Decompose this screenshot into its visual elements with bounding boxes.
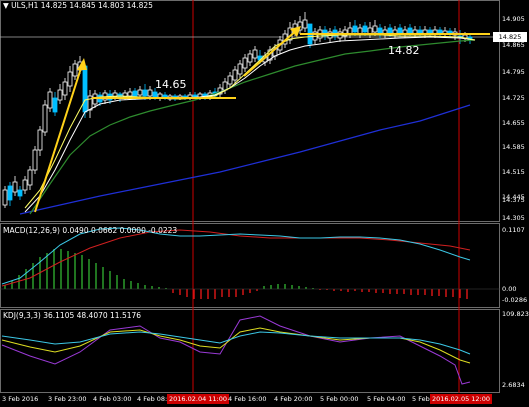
time-label: 4 Feb 16:00 bbox=[228, 395, 267, 403]
candle-body bbox=[7, 185, 13, 201]
candle-body bbox=[132, 90, 138, 97]
candle-body bbox=[407, 27, 413, 34]
chart-title: ▼ ULS,H1 14.825 14.845 14.803 14.825 bbox=[3, 1, 153, 10]
candle-body bbox=[427, 29, 433, 34]
ma-long-line bbox=[19, 104, 471, 215]
time-label: 5 Feb 04:00 bbox=[367, 395, 406, 403]
candle-body bbox=[72, 63, 78, 77]
macd-axis-max: 0.1107 bbox=[502, 226, 525, 234]
kdj-axis-min: 2.6834 bbox=[502, 381, 525, 389]
candle-body bbox=[137, 89, 143, 96]
macd-histogram bbox=[4, 249, 468, 299]
time-label: 4 Feb 03:00 bbox=[93, 395, 132, 403]
candle-body bbox=[27, 169, 33, 186]
candle-body bbox=[127, 91, 133, 97]
price-axis-label: 14.725 bbox=[502, 94, 525, 102]
candle-body bbox=[237, 63, 243, 75]
kdj-k-line bbox=[1, 327, 471, 364]
candle-body bbox=[82, 65, 88, 113]
current-price-label: 14.825 bbox=[493, 32, 527, 42]
price-axis-label: 14.905 bbox=[502, 15, 525, 23]
time-label: 5 Feb 00:00 bbox=[320, 395, 359, 403]
candle-body bbox=[147, 89, 153, 97]
candle-body bbox=[362, 25, 368, 33]
price-axis-label: 14.305 bbox=[502, 214, 525, 222]
candle-body bbox=[67, 71, 73, 87]
candle-body bbox=[142, 89, 148, 97]
candle-body bbox=[2, 189, 8, 206]
candle-body bbox=[252, 49, 258, 59]
candle-body bbox=[437, 29, 443, 34]
candle-body bbox=[17, 189, 23, 197]
highlighted-time-label: 2016.02.04 11:00 bbox=[167, 394, 230, 404]
kdj-title: KDJ(9,3,3) 36.1105 48.4070 11.5176 bbox=[3, 311, 142, 320]
candle-body bbox=[52, 97, 58, 113]
candle-body bbox=[397, 27, 403, 34]
candle-body bbox=[352, 25, 358, 33]
candle-body bbox=[62, 81, 68, 96]
kdj-axis-max: 109.8231 bbox=[502, 310, 529, 318]
candle-body bbox=[232, 69, 238, 81]
ma-slow-line bbox=[29, 39, 476, 215]
candle-body bbox=[57, 89, 63, 101]
price-axis-label: 14.655 bbox=[502, 119, 525, 127]
candle-body bbox=[152, 91, 158, 98]
price-axis-label: 14.375 bbox=[502, 196, 525, 204]
candle-body bbox=[302, 19, 308, 29]
candle-body bbox=[47, 91, 53, 109]
candle-body bbox=[22, 179, 28, 191]
price-axis-label: 14.515 bbox=[502, 168, 525, 176]
time-label: 4 Feb 20:00 bbox=[274, 395, 313, 403]
candle-body bbox=[32, 149, 38, 171]
candle-body bbox=[42, 104, 48, 133]
candle-body bbox=[227, 75, 233, 85]
candle-body bbox=[242, 57, 248, 69]
time-label: 3 Feb 2016 bbox=[2, 395, 39, 403]
time-label: 5 Feb bbox=[412, 395, 430, 403]
macd-axis-zero: 0.00 bbox=[502, 285, 517, 293]
candle-body bbox=[12, 181, 18, 193]
level-label-1465: 14.65 bbox=[155, 78, 187, 91]
price-chart[interactable] bbox=[0, 0, 529, 407]
macd-axis-min: -0.0286 bbox=[502, 296, 528, 304]
macd-title: MACD(12,26,9) 0.0490 0.0662 0.0000 -0.02… bbox=[3, 226, 178, 235]
price-axis-label: 14.795 bbox=[502, 68, 525, 76]
candle-body bbox=[372, 25, 378, 33]
candle-body bbox=[37, 129, 43, 151]
candle-body bbox=[417, 29, 423, 34]
candlesticks bbox=[2, 12, 473, 208]
kdj-j-line bbox=[1, 315, 471, 385]
candle-body bbox=[387, 27, 393, 34]
price-axis-label: 14.865 bbox=[502, 41, 525, 49]
kdj-panel-border bbox=[0, 309, 500, 393]
candle-body bbox=[247, 53, 253, 63]
price-axis-label: 14.585 bbox=[502, 143, 525, 151]
time-label: 3 Feb 23:00 bbox=[48, 395, 87, 403]
highlighted-time-label: 2016.02.05 12:00 bbox=[430, 394, 493, 404]
candle-body bbox=[87, 95, 93, 111]
level-label-1482: 14.82 bbox=[388, 44, 420, 57]
